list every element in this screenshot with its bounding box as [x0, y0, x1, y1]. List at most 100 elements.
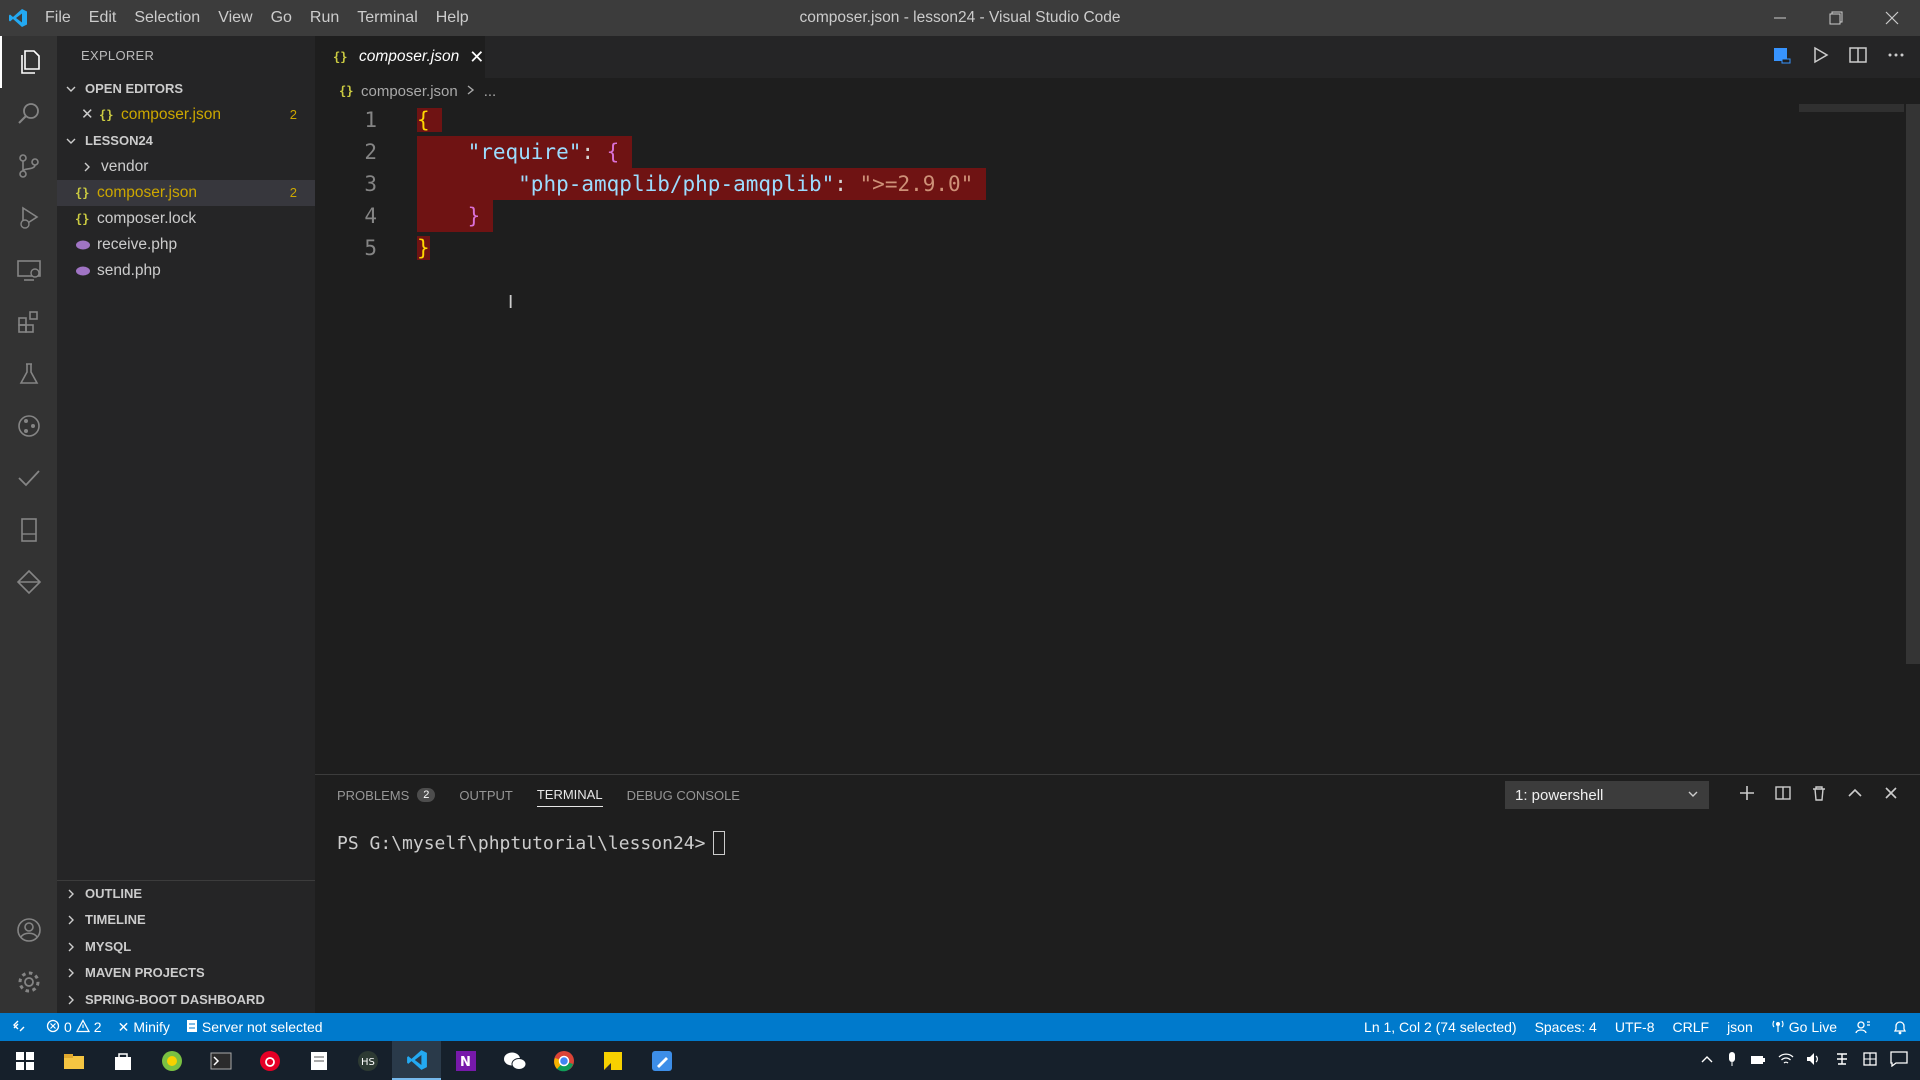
battery-icon[interactable] — [1750, 1053, 1766, 1069]
svg-text:N: N — [460, 1055, 471, 1070]
section-maven-projects[interactable]: MAVEN PROJECTS — [57, 960, 315, 987]
indentation[interactable]: Spaces: 4 — [1526, 1013, 1606, 1041]
tree-item-send-php[interactable]: send.php — [57, 258, 315, 284]
tree-item-composer-lock[interactable]: {} composer.lock — [57, 206, 315, 232]
restore-button[interactable] — [1808, 0, 1864, 36]
open-editors-header[interactable]: OPEN EDITORS — [57, 76, 315, 102]
menu-selection[interactable]: Selection — [125, 0, 209, 36]
menu-edit[interactable]: Edit — [80, 0, 126, 36]
wechat-icon[interactable] — [490, 1041, 539, 1080]
netease-music-icon[interactable] — [245, 1041, 294, 1080]
microphone-icon[interactable] — [1726, 1051, 1738, 1070]
go-live-button[interactable]: Go Live — [1762, 1013, 1846, 1041]
close-editor-icon[interactable]: ✕ — [81, 102, 99, 128]
open-editor-item[interactable]: ✕ {} composer.json 2 — [57, 102, 315, 128]
breadcrumb-more[interactable]: ... — [484, 83, 497, 100]
end-of-line[interactable]: CRLF — [1664, 1013, 1719, 1041]
bookmark-icon[interactable] — [0, 504, 57, 556]
trash-icon[interactable] — [1810, 784, 1828, 807]
tree-item-composer-json[interactable]: {} composer.json 2 — [57, 180, 315, 206]
notifications-bell-icon[interactable] — [1880, 1013, 1920, 1041]
windows-start-icon[interactable] — [0, 1041, 49, 1080]
testing-flask-icon[interactable] — [0, 348, 57, 400]
run-debug-icon[interactable] — [0, 192, 57, 244]
split-terminal-icon[interactable] — [1774, 784, 1792, 807]
store-icon[interactable] — [98, 1041, 147, 1080]
source-control-icon[interactable] — [0, 140, 57, 192]
menu-go[interactable]: Go — [262, 0, 301, 36]
tab-output[interactable]: OUTPUT — [459, 775, 512, 815]
explorer-icon[interactable] — [0, 36, 57, 88]
encoding[interactable]: UTF-8 — [1606, 1013, 1664, 1041]
chrome-icon[interactable] — [539, 1041, 588, 1080]
section-outline[interactable]: OUTLINE — [57, 881, 315, 908]
feedback-icon[interactable] — [1846, 1013, 1880, 1041]
git-graph-icon[interactable] — [0, 400, 57, 452]
problems-status[interactable]: 0 2 — [38, 1013, 110, 1041]
deploy-icon[interactable] — [0, 556, 57, 608]
run-icon[interactable] — [1810, 45, 1830, 70]
cursor-position[interactable]: Ln 1, Col 2 (74 selected) — [1355, 1013, 1526, 1041]
remote-indicator[interactable] — [0, 1013, 38, 1041]
language-mode[interactable]: json — [1718, 1013, 1762, 1041]
volume-icon[interactable] — [1806, 1052, 1822, 1069]
minimize-button[interactable] — [1752, 0, 1808, 36]
tab-composer-json[interactable]: {} composer.json ✕ — [315, 36, 485, 78]
server-status[interactable]: Server not selected — [178, 1013, 331, 1041]
close-tab-icon[interactable]: ✕ — [469, 47, 484, 68]
section-timeline[interactable]: TIMELINE — [57, 907, 315, 934]
remote-explorer-icon[interactable] — [0, 244, 57, 296]
settings-gear-icon[interactable] — [0, 956, 57, 1008]
selection-tail — [973, 172, 986, 196]
folder-header[interactable]: LESSON24 — [57, 128, 315, 154]
search-icon[interactable] — [0, 88, 57, 140]
minify-button[interactable]: ✕ Minify — [110, 1013, 178, 1041]
ime-indicator-icon[interactable] — [1834, 1051, 1850, 1070]
globe-app-icon[interactable] — [147, 1041, 196, 1080]
account-icon[interactable] — [0, 904, 57, 956]
menu-view[interactable]: View — [209, 0, 261, 36]
split-editor-icon[interactable] — [1848, 45, 1868, 70]
tab-label: composer.json — [359, 48, 460, 65]
section-spring-boot-dashboard[interactable]: SPRING-BOOT DASHBOARD — [57, 987, 315, 1014]
terminal-select[interactable]: 1: powershell — [1505, 781, 1709, 809]
hs-app-icon[interactable]: HS — [343, 1041, 392, 1080]
tab-terminal[interactable]: TERMINAL — [536, 783, 603, 807]
todo-check-icon[interactable] — [0, 452, 57, 504]
onenote-icon[interactable]: N — [441, 1041, 490, 1080]
maximize-panel-icon[interactable] — [1846, 784, 1864, 807]
code-editor[interactable]: 1 { 2 "require": { 3 "php-amqplib/php-am… — [315, 104, 1920, 774]
tree-item-vendor[interactable]: vendor — [57, 154, 315, 180]
close-panel-icon[interactable] — [1882, 784, 1900, 807]
minimap[interactable] — [1799, 104, 1904, 112]
vscode-taskbar-icon[interactable] — [392, 1041, 441, 1080]
tab-problems[interactable]: PROBLEMS 2 — [337, 775, 436, 815]
tree-item-receive-php[interactable]: receive.php — [57, 232, 315, 258]
terminal-app-icon[interactable] — [196, 1041, 245, 1080]
chevron-right-icon — [63, 992, 79, 1008]
menu-help[interactable]: Help — [427, 0, 478, 36]
notification-center-icon[interactable] — [1890, 1051, 1908, 1070]
terminal-output[interactable]: PS G:\myself\phptutorial\lesson24> — [337, 831, 726, 855]
menu-file[interactable]: File — [36, 0, 80, 36]
section-label: TIMELINE — [85, 912, 146, 928]
section-mysql[interactable]: MYSQL — [57, 934, 315, 961]
sticky-notes-icon[interactable] — [588, 1041, 637, 1080]
wifi-icon[interactable] — [1778, 1052, 1794, 1069]
open-preview-icon[interactable] — [1772, 45, 1792, 70]
editor-scrollbar[interactable] — [1906, 104, 1920, 664]
extensions-icon[interactable] — [0, 296, 57, 348]
menu-run[interactable]: Run — [301, 0, 348, 36]
file-explorer-icon[interactable] — [49, 1041, 98, 1080]
tab-debug-console[interactable]: DEBUG CONSOLE — [627, 775, 740, 815]
chevron-up-icon[interactable] — [1700, 1052, 1714, 1069]
draw-app-icon[interactable] — [637, 1041, 686, 1080]
keyboard-layout-icon[interactable] — [1862, 1051, 1878, 1070]
close-window-button[interactable] — [1864, 0, 1920, 36]
windows-taskbar: HS N — [0, 1041, 1920, 1080]
more-actions-icon[interactable] — [1886, 45, 1906, 70]
menu-terminal[interactable]: Terminal — [348, 0, 426, 36]
notepad-icon[interactable] — [294, 1041, 343, 1080]
new-terminal-icon[interactable] — [1738, 784, 1756, 807]
breadcrumb-file[interactable]: composer.json — [361, 83, 458, 100]
